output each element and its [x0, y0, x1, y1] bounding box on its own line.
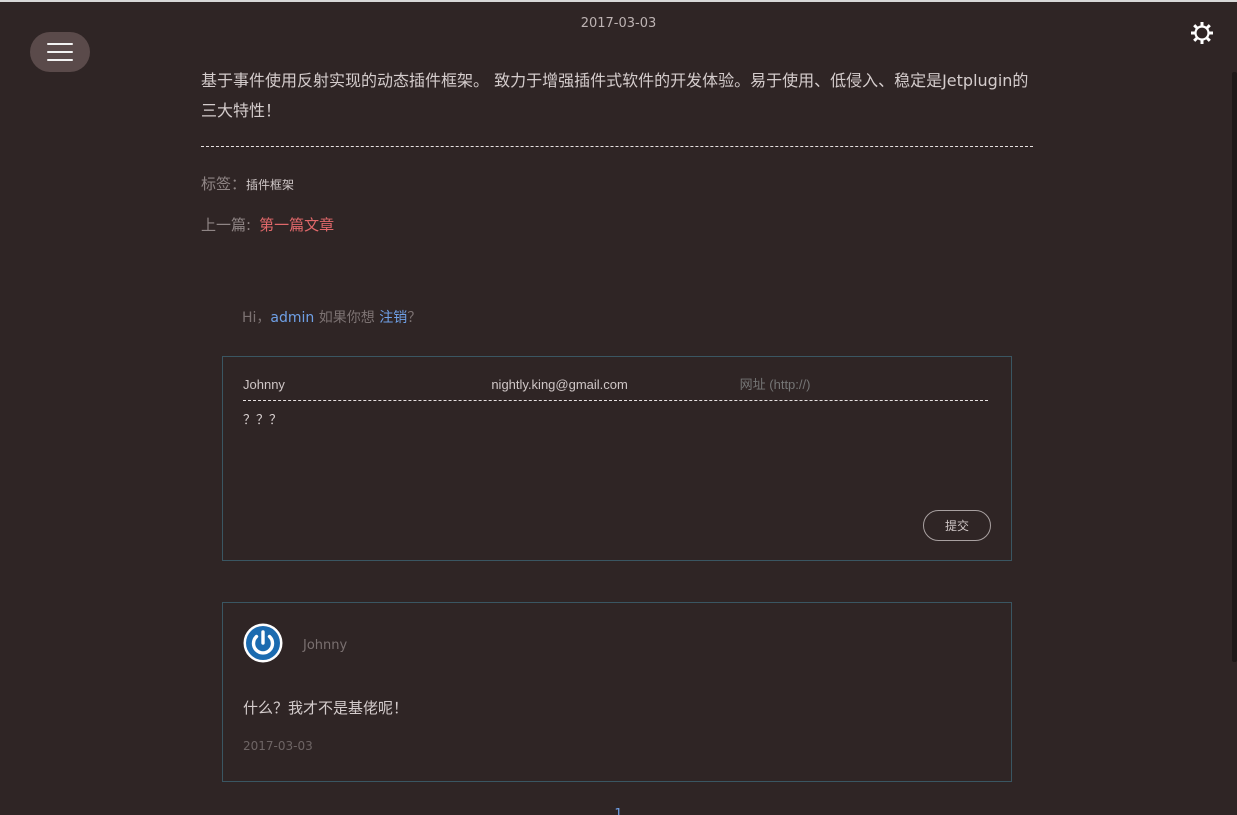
- submit-button[interactable]: 提交: [923, 510, 991, 541]
- prev-post-link[interactable]: 第一篇文章: [259, 216, 334, 234]
- tags-row: 标签：插件框架: [201, 173, 1033, 194]
- comment-card: Johnny 什么？我才不是基佬呢！ 2017-03-03: [222, 602, 1012, 782]
- comment-date: 2017-03-03: [243, 739, 313, 753]
- user-link[interactable]: admin: [270, 310, 314, 326]
- post-date: 2017-03-03: [580, 16, 657, 31]
- comment-text: 什么？我才不是基佬呢！: [243, 699, 409, 717]
- login-greeting: Hi，admin 如果你想 注销？: [242, 307, 421, 327]
- prev-post-row: 上一篇: 第一篇文章: [201, 214, 1033, 235]
- tags-label: 标签：: [201, 175, 247, 193]
- hamburger-menu-icon: [47, 43, 73, 45]
- gear-icon[interactable]: [1189, 20, 1215, 46]
- article: 基于事件使用反射实现的动态插件框架。 致力于增强插件式软件的开发体验。易于使用、…: [201, 66, 1033, 235]
- author-field[interactable]: [243, 373, 492, 395]
- comment-author: Johnny: [303, 638, 348, 653]
- logout-link[interactable]: 注销: [379, 310, 407, 326]
- greeting-hi: Hi，: [242, 310, 271, 326]
- scrollbar[interactable]: [1232, 72, 1237, 662]
- page-number[interactable]: 1: [614, 807, 622, 815]
- power-icon: [243, 623, 283, 663]
- url-field[interactable]: [739, 373, 988, 395]
- comment-form: ？？？ 提交: [222, 356, 1012, 561]
- page: 2017-03-03 基于事件使用反射实现的动态插件框架。 致力于增强插件式软件…: [0, 0, 1237, 815]
- pagination: 1: [0, 807, 1237, 815]
- comment-textarea[interactable]: ？？？: [243, 409, 988, 499]
- menu-button[interactable]: [30, 32, 90, 72]
- hamburger-menu-icon-bar: [47, 51, 73, 53]
- prev-post-label: 上一篇:: [201, 216, 252, 234]
- greeting-end: ？: [407, 310, 422, 326]
- hamburger-menu-icon-bar: [47, 59, 73, 61]
- article-body: 基于事件使用反射实现的动态插件框架。 致力于增强插件式软件的开发体验。易于使用、…: [201, 66, 1033, 147]
- email-field[interactable]: [491, 373, 740, 395]
- tag[interactable]: 插件框架: [246, 178, 294, 192]
- greeting-middle: 如果你想: [314, 310, 380, 326]
- comment-form-fields: [243, 373, 988, 401]
